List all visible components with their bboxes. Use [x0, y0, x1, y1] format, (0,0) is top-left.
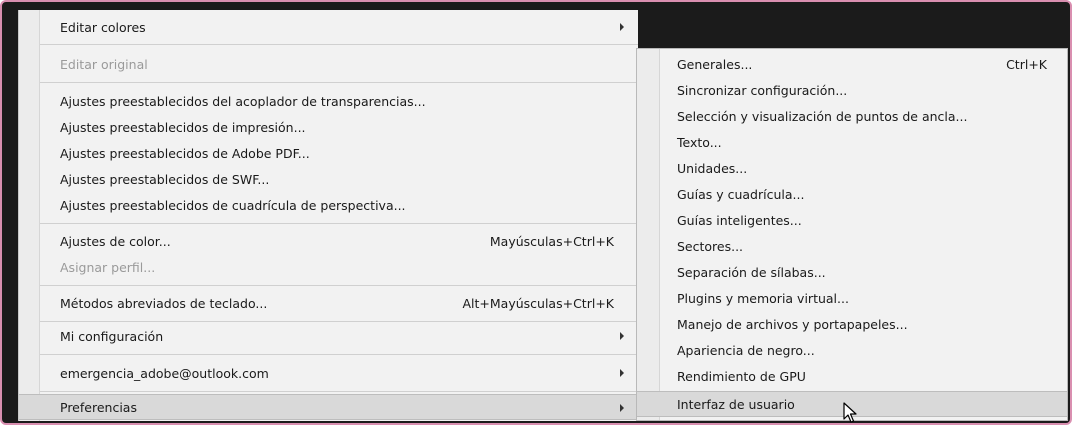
edit-menu: Editar colores Editar original Ajustes p…	[18, 10, 638, 421]
submenu-item-file-handling[interactable]: Manejo de archivos y portapapeles...	[637, 311, 1067, 337]
arrow-pointer-icon	[843, 402, 857, 423]
menu-item-preferences[interactable]: Preferencias	[19, 394, 638, 420]
menu-item-label: Guías inteligentes...	[677, 212, 802, 228]
menu-item-my-settings[interactable]: Mi configuración	[19, 323, 638, 349]
menu-item-keyboard-shortcuts[interactable]: Métodos abreviados de teclado... Alt+May…	[19, 290, 638, 316]
menu-item-account[interactable]: emergencia_adobe@outlook.com	[19, 360, 638, 386]
menu-item-label: Selección y visualización de puntos de a…	[677, 108, 968, 124]
menu-item-shortcut: Ctrl+K	[1006, 56, 1047, 72]
submenu-item-anchor-points[interactable]: Selección y visualización de puntos de a…	[637, 103, 1067, 129]
menu-item-label: Ajustes de color...	[60, 233, 171, 249]
menu-item-label: Interfaz de usuario	[677, 396, 795, 412]
menu-item-label: Ajustes preestablecidos de Adobe PDF...	[60, 145, 310, 161]
submenu-item-slices[interactable]: Sectores...	[637, 233, 1067, 259]
preferences-submenu: Generales... Ctrl+K Sincronizar configur…	[636, 48, 1068, 421]
menu-item-label: Métodos abreviados de teclado...	[60, 295, 268, 311]
submenu-arrow-icon	[620, 23, 624, 31]
menu-separator	[40, 354, 638, 355]
submenu-item-type[interactable]: Texto...	[637, 129, 1067, 155]
menu-item-label: Plugins y memoria virtual...	[677, 290, 849, 306]
submenu-item-units[interactable]: Unidades...	[637, 155, 1067, 181]
submenu-item-smart-guides[interactable]: Guías inteligentes...	[637, 207, 1067, 233]
menu-item-edit-original: Editar original	[19, 51, 638, 77]
menu-item-perspective-grid-presets[interactable]: Ajustes preestablecidos de cuadrícula de…	[19, 192, 638, 218]
submenu-item-sync-settings[interactable]: Sincronizar configuración...	[637, 77, 1067, 103]
menu-item-label: Sincronizar configuración...	[677, 82, 848, 98]
menu-item-swf-presets[interactable]: Ajustes preestablecidos de SWF...	[19, 166, 638, 192]
menu-separator	[40, 391, 638, 392]
menu-item-transparency-flattener-presets[interactable]: Ajustes preestablecidos del acoplador de…	[19, 88, 638, 114]
menu-item-label: Mi configuración	[60, 328, 164, 344]
submenu-item-plugins-memory[interactable]: Plugins y memoria virtual...	[637, 285, 1067, 311]
menu-item-label: Texto...	[677, 134, 722, 150]
submenu-item-gpu-performance[interactable]: Rendimiento de GPU	[637, 363, 1067, 389]
menu-item-edit-colors[interactable]: Editar colores	[19, 14, 638, 40]
menu-item-label: Unidades...	[677, 160, 748, 176]
submenu-item-hyphenation[interactable]: Separación de sílabas...	[637, 259, 1067, 285]
menu-separator	[40, 223, 638, 224]
menu-item-label: Ajustes preestablecidos del acoplador de…	[60, 93, 426, 109]
menu-item-label: Apariencia de negro...	[677, 342, 815, 358]
menu-item-shortcut: Alt+Mayúsculas+Ctrl+K	[462, 295, 614, 311]
menu-item-label: Sectores...	[677, 238, 744, 254]
menu-item-pdf-presets[interactable]: Ajustes preestablecidos de Adobe PDF...	[19, 140, 638, 166]
menu-separator	[40, 321, 638, 322]
menu-item-label: Manejo de archivos y portapapeles...	[677, 316, 908, 332]
menu-item-color-settings[interactable]: Ajustes de color... Mayúsculas+Ctrl+K	[19, 228, 638, 254]
menu-item-print-presets[interactable]: Ajustes preestablecidos de impresión...	[19, 114, 638, 140]
submenu-item-guides-grid[interactable]: Guías y cuadrícula...	[637, 181, 1067, 207]
submenu-item-general[interactable]: Generales... Ctrl+K	[637, 51, 1067, 77]
menu-separator	[40, 285, 638, 286]
menu-item-label: Preferencias	[60, 399, 137, 415]
menu-item-label: Separación de sílabas...	[677, 264, 826, 280]
submenu-arrow-icon	[620, 332, 624, 340]
menu-item-label: Asignar perfil...	[60, 259, 156, 275]
menu-item-label: Guías y cuadrícula...	[677, 186, 805, 202]
submenu-arrow-icon	[620, 404, 624, 412]
menu-separator	[40, 82, 638, 83]
menu-item-label: Ajustes preestablecidos de impresión...	[60, 119, 306, 135]
menu-item-label: emergencia_adobe@outlook.com	[60, 365, 269, 381]
menu-item-label: Rendimiento de GPU	[677, 368, 806, 384]
submenu-item-black-appearance[interactable]: Apariencia de negro...	[637, 337, 1067, 363]
menu-item-shortcut: Mayúsculas+Ctrl+K	[489, 233, 614, 249]
submenu-arrow-icon	[620, 369, 624, 377]
menu-item-assign-profile: Asignar perfil...	[19, 254, 638, 280]
menu-item-label: Editar original	[60, 56, 148, 72]
menu-item-label: Generales...	[677, 56, 753, 72]
menu-item-label: Ajustes preestablecidos de SWF...	[60, 171, 270, 187]
menu-separator	[40, 44, 638, 45]
menu-item-label: Editar colores	[60, 19, 146, 35]
menu-item-label: Ajustes preestablecidos de cuadrícula de…	[60, 197, 406, 213]
